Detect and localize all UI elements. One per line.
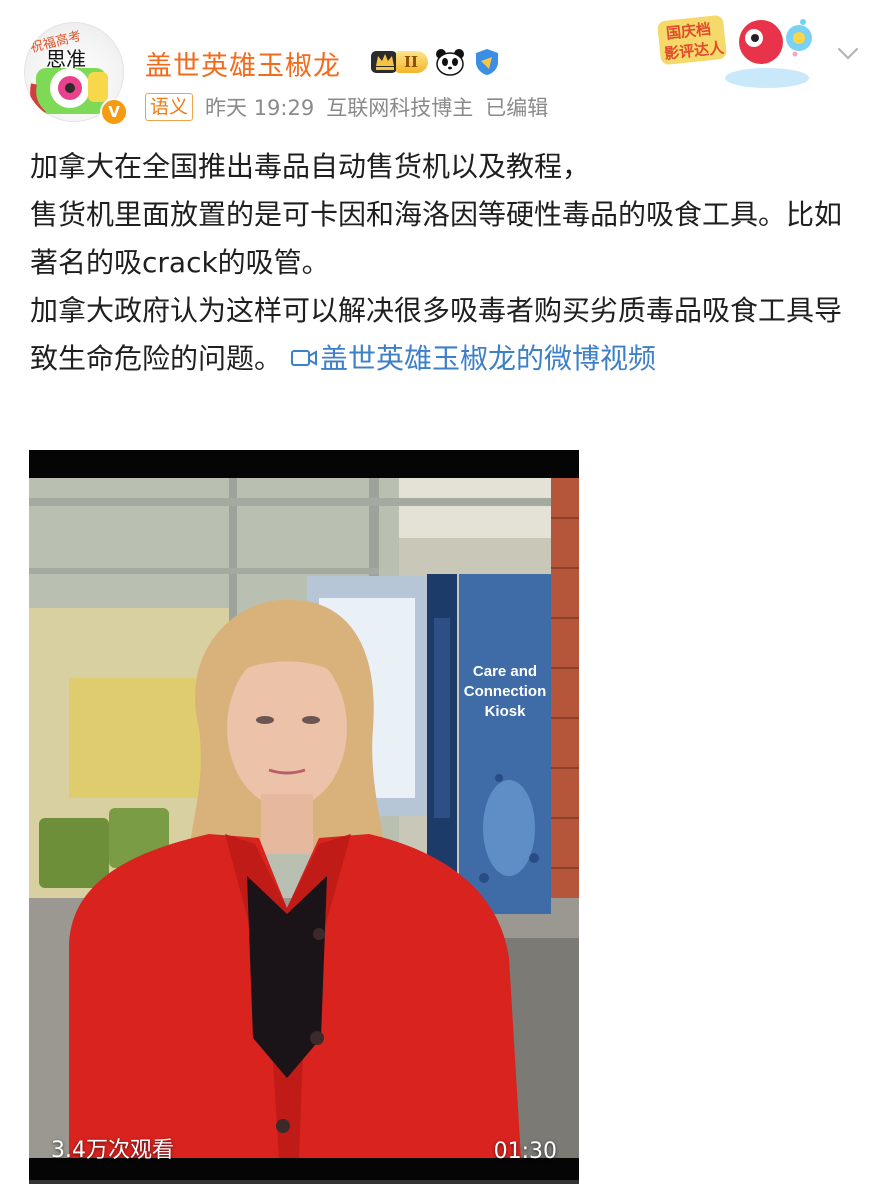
member-level-badge[interactable]: II: [370, 48, 429, 76]
kiosk-sign-line: Connection: [464, 683, 547, 700]
kiosk-sign-line: Care and: [473, 663, 537, 680]
verified-v-badge: V: [100, 98, 128, 126]
post-paragraph: 加拿大政府认为这样可以解决很多吸毒者购买劣质毒品吸食工具导致生命危险的问题。 盖世…: [30, 287, 865, 383]
author-name[interactable]: 盖世英雄玉椒龙: [145, 44, 341, 83]
semantic-tag-button[interactable]: 语义: [145, 93, 194, 121]
post-meta: 语义 昨天 19:29 互联网科技博主 已编辑: [145, 92, 548, 122]
video-duration: 01:30: [493, 1139, 557, 1164]
video-view-count: 3.4万次观看: [51, 1138, 174, 1163]
chevron-down-icon[interactable]: [835, 40, 861, 66]
edited-label[interactable]: 已编辑: [485, 92, 548, 122]
video-link[interactable]: 盖世英雄玉椒龙的微博视频: [282, 342, 656, 375]
verified-shield-icon[interactable]: [472, 47, 502, 77]
author-badges: II: [370, 44, 502, 80]
video-camera-icon: [291, 350, 318, 366]
post-text: 加拿大在全国推出毒品自动售货机以及教程， 售货机里面放置的是可卡因和海洛因等硬性…: [30, 143, 865, 383]
post-paragraph: 售货机里面放置的是可卡因和海洛因等硬性毒品的吸食工具。比如著名的吸crack的吸…: [30, 198, 843, 279]
member-level-text: II: [396, 51, 429, 73]
video-player[interactable]: Care and Connection Kiosk 3.4万次观看 01:30: [29, 450, 579, 1184]
promo-badge[interactable]: 国庆档 影评达人: [655, 8, 825, 92]
post-paragraph: 加拿大在全国推出毒品自动售货机以及教程，: [30, 150, 591, 183]
video-thumbnail: Care and Connection Kiosk: [29, 478, 579, 1158]
author-avatar[interactable]: 思准 祝福高考 V: [24, 22, 128, 126]
panda-icon[interactable]: [434, 47, 466, 77]
video-progress-bar[interactable]: [29, 1180, 579, 1184]
author-type: 互联网科技博主: [326, 96, 474, 120]
post-time[interactable]: 昨天 19:29: [205, 92, 314, 122]
video-link-label: 盖世英雄玉椒龙的微博视频: [320, 342, 657, 375]
video-letterbox-top: [29, 450, 579, 478]
kiosk-sign-line: Kiosk: [485, 703, 527, 720]
